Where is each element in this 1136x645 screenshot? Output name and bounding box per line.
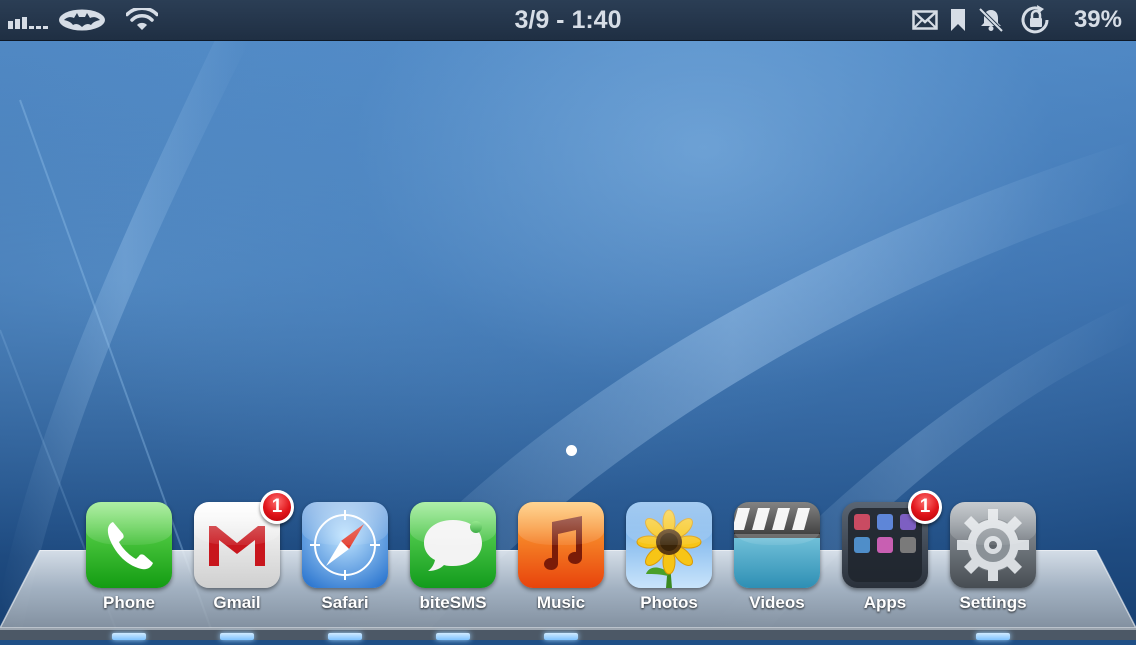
status-bar: 3/9 - 1:40 39% (0, 0, 1136, 41)
page-indicator-dot[interactable] (566, 445, 577, 456)
app-bitesms[interactable]: biteSMS (410, 502, 496, 612)
rotation-lock-icon (1020, 5, 1052, 40)
dock-light (436, 633, 470, 640)
battery-percentage: 39% (1073, 6, 1122, 33)
clapperboard-icon (734, 502, 820, 588)
music-note-icon (518, 502, 604, 588)
mail-icon (912, 10, 938, 35)
app-music[interactable]: Music (518, 502, 604, 612)
dock-light (220, 633, 254, 640)
app-safari[interactable]: Safari (302, 502, 388, 612)
bell-muted-icon (978, 7, 1004, 37)
speech-bubble-icon (410, 502, 496, 588)
app-gmail[interactable]: 1 Gmail (194, 490, 294, 612)
gear-icon (950, 502, 1036, 588)
app-videos[interactable]: Videos (734, 502, 820, 612)
phone-icon (86, 502, 172, 588)
dock-light (976, 633, 1010, 640)
app-label: Settings (959, 593, 1027, 612)
dock-light (328, 633, 362, 640)
notification-badge: 1 (908, 490, 942, 524)
dock-light (112, 633, 146, 640)
sunflower-icon (626, 502, 712, 588)
app-phone[interactable]: Phone (86, 502, 172, 612)
app-folder-apps[interactable]: 1 Apps (842, 490, 942, 612)
notification-badge: 1 (260, 490, 294, 524)
app-settings[interactable]: Settings (950, 502, 1036, 612)
bookmark-icon (950, 9, 966, 36)
dock-light (544, 633, 578, 640)
app-photos[interactable]: Photos (626, 502, 712, 612)
safari-compass-icon (302, 502, 388, 588)
